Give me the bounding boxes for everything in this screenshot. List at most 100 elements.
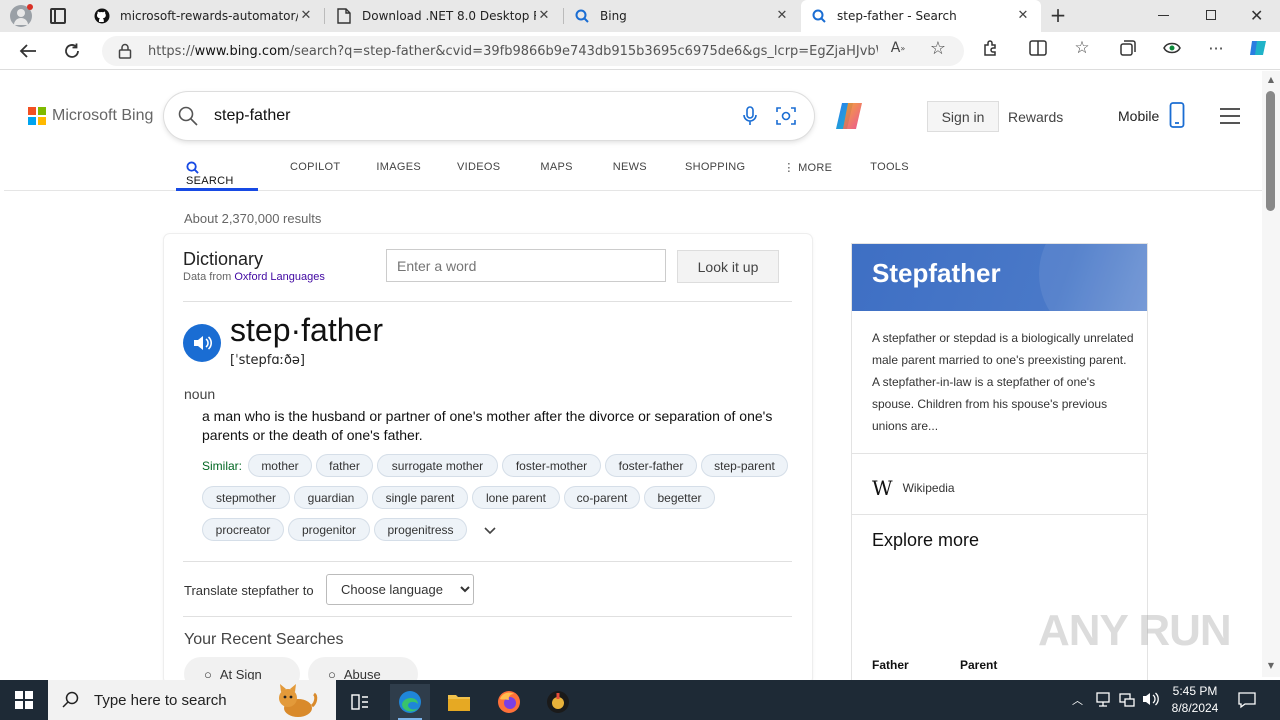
oxford-link[interactable]: Oxford Languages (234, 271, 325, 283)
language-select[interactable]: Choose language (326, 574, 474, 605)
tab-divider (324, 8, 325, 24)
volume-icon[interactable] (1142, 691, 1160, 711)
url-field[interactable]: https://www.bing.com/search?q=step-fathe… (102, 36, 964, 66)
split-screen-icon[interactable] (1028, 38, 1048, 58)
dictionary-card: Dictionary Data from Oxford Languages Lo… (164, 234, 812, 684)
search-icon[interactable] (178, 106, 198, 130)
more-menu-icon[interactable]: ··· (1206, 38, 1226, 58)
microphone-icon[interactable] (742, 106, 758, 130)
similar-chip[interactable]: mother (248, 454, 312, 477)
close-icon[interactable]: ✕ (774, 8, 790, 24)
copilot-sidebar-icon[interactable] (1248, 38, 1268, 58)
look-it-up-button[interactable]: Look it up (677, 250, 779, 283)
sign-in-button[interactable]: Sign in (927, 101, 999, 132)
favorites-icon[interactable]: ☆ (1072, 38, 1092, 58)
tab-actions-icon[interactable] (50, 8, 66, 24)
cat-illustration-icon (274, 682, 318, 720)
similar-chip[interactable]: foster-father (605, 454, 697, 477)
tab-copilot[interactable]: COPILOT (282, 159, 348, 191)
close-icon[interactable]: ✕ (1015, 8, 1031, 24)
rewards-link[interactable]: Rewards (1008, 109, 1063, 125)
tab-github[interactable]: microsoft-rewards-automator/M ✕ (84, 0, 324, 32)
task-view-icon[interactable] (340, 684, 380, 720)
tab-maps[interactable]: MAPS (532, 159, 580, 191)
close-icon[interactable]: ✕ (298, 8, 314, 24)
new-tab-icon[interactable]: + (1048, 5, 1068, 26)
divider (183, 561, 792, 562)
similar-chip[interactable]: progenitress (374, 518, 467, 541)
similar-chip[interactable]: lone parent (472, 486, 560, 509)
chevron-up-icon[interactable]: ︿ (1072, 692, 1083, 708)
panel-title[interactable]: Stepfather (872, 258, 1001, 289)
tab-bing[interactable]: Bing ✕ (564, 0, 800, 32)
extensions-icon[interactable] (980, 38, 1000, 58)
github-icon (94, 8, 110, 24)
tab-images[interactable]: IMAGES (368, 159, 429, 191)
tab-dotnet[interactable]: Download .NET 8.0 Desktop Runt ✕ (326, 0, 562, 32)
collections-icon[interactable] (1118, 38, 1138, 58)
performance-icon[interactable] (1162, 38, 1182, 58)
similar-chip[interactable]: procreator (202, 518, 284, 541)
lock-icon[interactable] (118, 43, 134, 59)
divider (852, 453, 1147, 454)
system-clock[interactable]: 5:45 PM 8/8/2024 (1164, 683, 1226, 717)
back-icon[interactable] (14, 38, 42, 64)
search-input[interactable] (214, 104, 714, 128)
similar-chip[interactable]: surrogate mother (377, 454, 498, 477)
dictionary-title: Dictionary (183, 249, 264, 269)
similar-chip[interactable]: guardian (294, 486, 368, 509)
bing-logo[interactable]: Microsoft Bing (28, 107, 153, 125)
tab-more[interactable]: ⋮ MORE (775, 159, 840, 191)
media-app-icon[interactable] (538, 684, 578, 720)
speaker-icon[interactable] (183, 324, 221, 362)
headword: step·father (230, 312, 383, 348)
chevron-down-icon[interactable] (482, 522, 498, 538)
visual-search-icon[interactable] (776, 106, 796, 130)
refresh-icon[interactable] (58, 38, 86, 64)
translate-label: Translate stepfather to (184, 583, 314, 598)
page-icon (336, 8, 352, 24)
similar-chip[interactable]: co-parent (564, 486, 640, 509)
tab-news[interactable]: NEWS (605, 159, 655, 191)
similar-chip[interactable]: single parent (372, 486, 468, 509)
similar-chip[interactable]: father (316, 454, 373, 477)
tab-search[interactable]: SEARCH (176, 159, 258, 191)
notifications-icon[interactable] (1238, 691, 1256, 713)
network-tray-icon[interactable] (1096, 692, 1110, 712)
vertical-scrollbar[interactable]: ▲ ▼ (1262, 71, 1280, 677)
similar-chip[interactable]: step-parent (701, 454, 788, 477)
wikipedia-link[interactable]: W Wikipedia (872, 476, 955, 500)
windows-start-icon[interactable] (0, 680, 48, 720)
edge-taskbar-icon[interactable] (390, 684, 430, 720)
close-window-icon[interactable]: ✕ (1250, 6, 1266, 25)
similar-chip[interactable]: stepmother (202, 486, 290, 509)
similar-chip[interactable]: foster-mother (502, 454, 601, 477)
file-explorer-icon[interactable] (439, 684, 479, 720)
similar-chip[interactable]: begetter (644, 486, 715, 509)
minimize-icon[interactable] (1158, 15, 1169, 16)
taskbar-search[interactable]: Type here to search (48, 680, 336, 720)
favorite-star-icon[interactable]: ☆ (928, 38, 948, 59)
url-text: https://www.bing.com/search?q=step-fathe… (148, 43, 878, 59)
search-icon (811, 8, 827, 24)
word-input[interactable] (386, 249, 666, 282)
network-icon[interactable] (1119, 692, 1135, 712)
read-aloud-icon[interactable]: A» (888, 38, 908, 58)
similar-chip[interactable]: progenitor (288, 518, 370, 541)
tab-tools[interactable]: TOOLS (862, 159, 917, 191)
profile-avatar[interactable] (10, 4, 33, 27)
tab-step-father-search[interactable]: step-father - Search ✕ (801, 0, 1041, 32)
explore-item[interactable]: Father (872, 658, 909, 672)
mobile-link[interactable]: Mobile (1118, 108, 1159, 124)
hamburger-menu-icon[interactable] (1220, 108, 1240, 124)
close-icon[interactable]: ✕ (536, 8, 552, 24)
explore-item[interactable]: Parent (960, 658, 997, 672)
definition: a man who is the husband or partner of o… (202, 408, 773, 443)
tab-shopping[interactable]: SHOPPING (677, 159, 753, 191)
firefox-icon[interactable] (489, 684, 529, 720)
phone-icon[interactable] (1169, 102, 1185, 132)
dictionary-source: Data from Oxford Languages (183, 271, 325, 283)
tab-videos[interactable]: VIDEOS (449, 159, 508, 191)
copilot-icon[interactable] (832, 98, 868, 134)
restore-icon[interactable] (1206, 10, 1216, 20)
